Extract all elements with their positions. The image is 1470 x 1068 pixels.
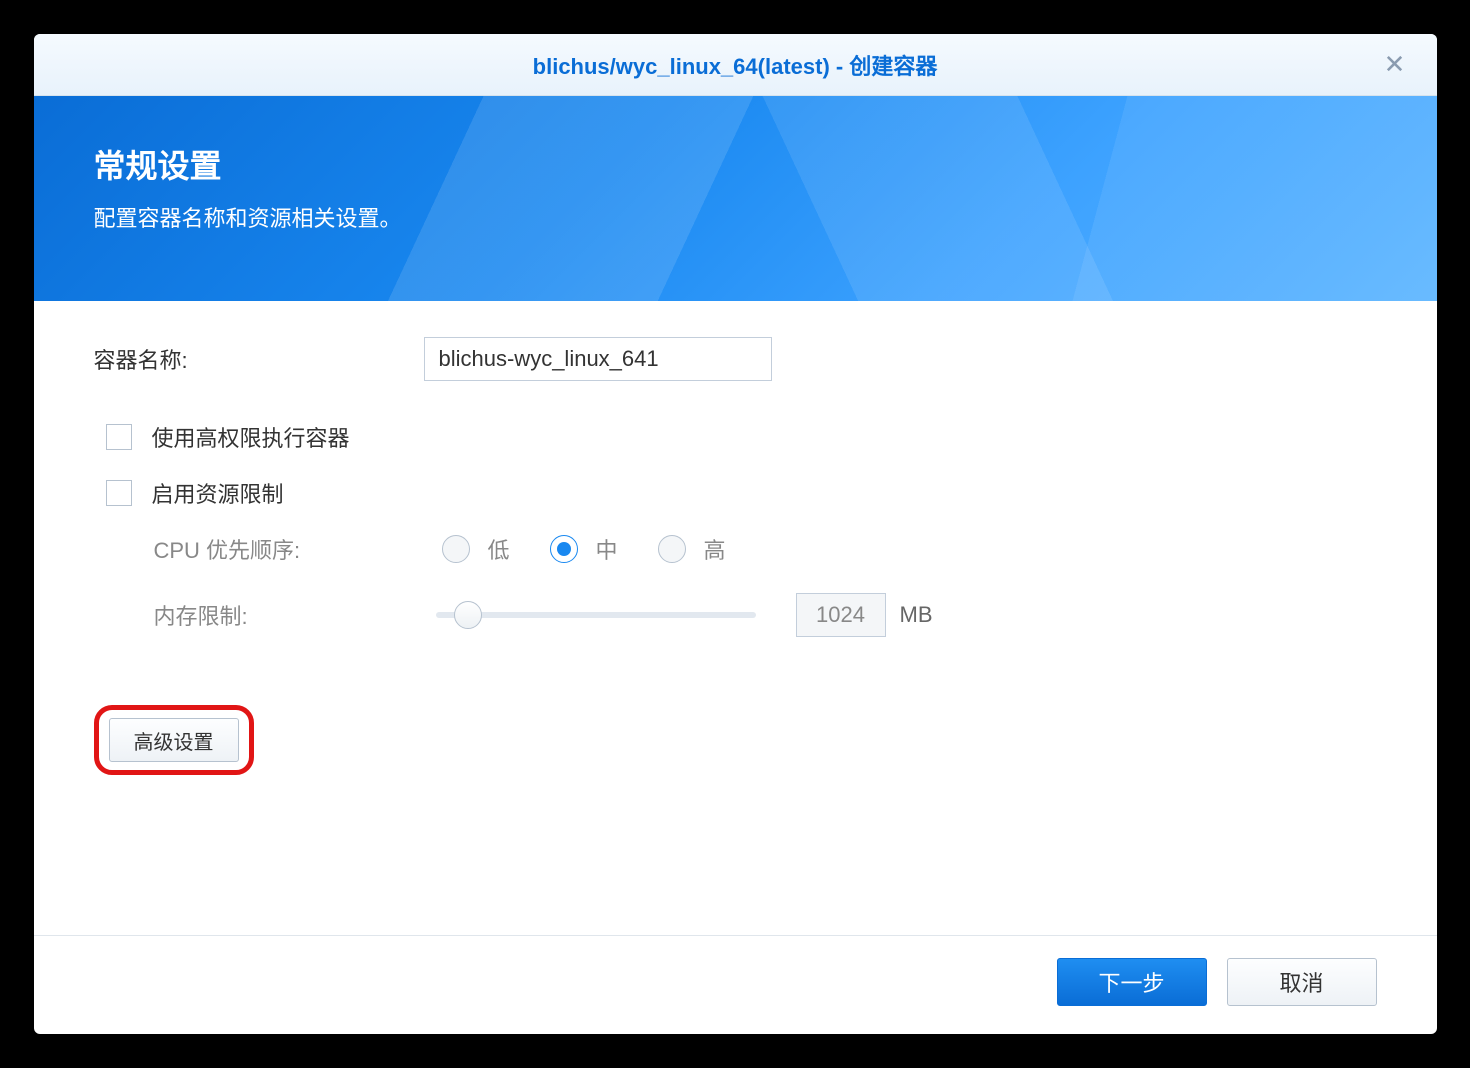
cancel-button[interactable]: 取消 [1227, 958, 1377, 1006]
form-content: 容器名称: 使用高权限执行容器 启用资源限制 CPU 优先顺序: 低 中 高 [34, 301, 1437, 935]
next-button[interactable]: 下一步 [1057, 958, 1207, 1006]
close-icon[interactable]: ✕ [1381, 50, 1409, 78]
memory-limit-label: 内存限制: [154, 599, 436, 631]
privileged-label: 使用高权限执行容器 [152, 421, 350, 453]
memory-slider[interactable] [436, 603, 756, 627]
banner: 常规设置 配置容器名称和资源相关设置。 [34, 96, 1437, 301]
banner-heading: 常规设置 [94, 141, 1377, 187]
dialog-title: blichus/wyc_linux_64(latest) - 创建容器 [533, 49, 938, 81]
cpu-radio-low-label: 低 [488, 533, 510, 565]
memory-value-input[interactable] [796, 593, 886, 637]
container-name-label: 容器名称: [94, 343, 424, 375]
cpu-radio-high[interactable] [658, 535, 686, 563]
banner-subheading: 配置容器名称和资源相关设置。 [94, 201, 1377, 233]
cpu-priority-label: CPU 优先顺序: [154, 533, 436, 565]
cpu-radio-mid-label: 中 [596, 533, 618, 565]
cpu-radio-mid[interactable] [550, 535, 578, 563]
advanced-highlight: 高级设置 [94, 705, 254, 775]
container-name-input[interactable] [424, 337, 772, 381]
cpu-radio-low[interactable] [442, 535, 470, 563]
resource-sub-group: CPU 优先顺序: 低 中 高 内存限制: MB [94, 533, 1377, 637]
create-container-dialog: blichus/wyc_linux_64(latest) - 创建容器 ✕ 常规… [34, 34, 1437, 1034]
cpu-radio-group: 低 中 高 [436, 533, 752, 565]
cpu-priority-row: CPU 优先顺序: 低 中 高 [154, 533, 1377, 565]
slider-thumb-icon[interactable] [454, 601, 482, 629]
container-name-row: 容器名称: [94, 337, 1377, 381]
slider-track [436, 612, 756, 618]
resource-limit-label: 启用资源限制 [152, 477, 284, 509]
memory-limit-row: 内存限制: MB [154, 593, 1377, 637]
memory-unit-label: MB [900, 602, 933, 628]
cpu-radio-high-label: 高 [704, 533, 726, 565]
resource-limit-row: 启用资源限制 [94, 477, 1377, 509]
resource-limit-checkbox[interactable] [106, 480, 132, 506]
advanced-settings-button[interactable]: 高级设置 [109, 718, 239, 762]
privileged-checkbox[interactable] [106, 424, 132, 450]
titlebar: blichus/wyc_linux_64(latest) - 创建容器 ✕ [34, 34, 1437, 96]
privileged-row: 使用高权限执行容器 [94, 421, 1377, 453]
dialog-footer: 下一步 取消 [34, 935, 1437, 1034]
